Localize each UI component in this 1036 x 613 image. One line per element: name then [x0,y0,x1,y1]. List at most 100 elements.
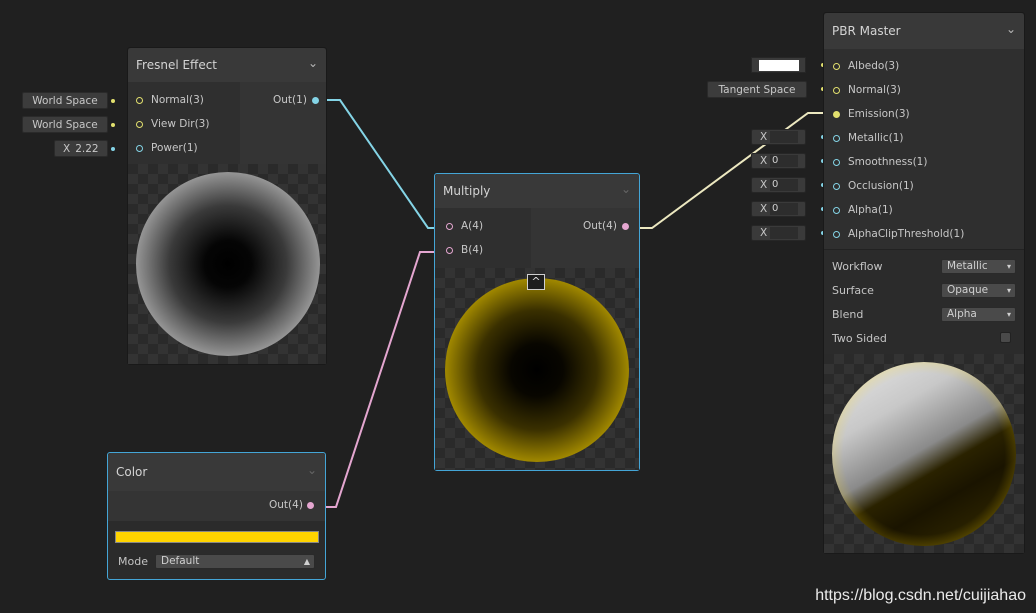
pbr-alphaclip-label: AlphaClipThreshold(1) [848,228,965,240]
alphaclip-default[interactable]: X [751,225,806,241]
fresnel-power-label: Power(1) [151,142,198,154]
multiply-out-port[interactable] [622,223,629,230]
pbr-master-node[interactable]: PBR Master ⌄ Albedo(3) Normal(3) Emissio… [823,12,1025,554]
pbr-occlusion-label: Occlusion(1) [848,180,914,192]
pbr-metallic-port[interactable] [833,135,840,142]
fresnel-out-label: Out(1) [273,94,307,106]
alpha-default[interactable]: X 0 [751,201,806,217]
color-swatch[interactable] [115,531,319,543]
power-default-dot [111,147,115,151]
multiply-preview: ^ [435,268,639,470]
multiply-a-port[interactable] [446,223,453,230]
pbr-preview [824,354,1024,553]
occlusion-x-label: X [760,179,768,191]
dropdown-arrow-icon: ▾ [1006,310,1011,319]
color-out-port[interactable] [307,502,314,509]
chevron-down-icon[interactable]: ⌄ [308,56,318,70]
two-sided-label: Two Sided [832,332,887,345]
pbr-emission-label: Emission(3) [848,108,910,120]
smoothness-default[interactable]: X 0 [751,153,806,169]
color-node-header[interactable]: Color ⌄ [108,453,325,491]
albedo-default-swatch[interactable] [751,57,806,73]
fresnel-normal-port[interactable] [136,97,143,104]
normal-tangent-default[interactable]: Tangent Space [707,81,807,98]
fresnel-normal-label: Normal(3) [151,94,204,106]
pbr-albedo-label: Albedo(3) [848,60,900,72]
surface-dropdown-value: Opaque [947,284,989,296]
smoothness-x-label: X [760,155,768,167]
fresnel-effect-node[interactable]: Fresnel Effect ⌄ Normal(3) View Dir(3) P… [127,47,327,365]
metallic-default[interactable]: X [751,129,806,145]
two-sided-checkbox[interactable] [1000,332,1011,343]
alphaclip-value[interactable] [770,227,798,239]
occlusion-value[interactable]: 0 [770,179,798,191]
blend-dropdown-value: Alpha [947,308,977,320]
mode-dropdown[interactable]: Default ▲ [155,554,315,569]
fresnel-preview-sphere [136,172,320,356]
pbr-albedo-port[interactable] [833,63,840,70]
power-x-label: X [63,142,71,155]
multiply-b-label: B(4) [461,244,484,256]
normal-default-dot [111,99,115,103]
pbr-normal-port[interactable] [833,87,840,94]
pbr-smoothness-port[interactable] [833,159,840,166]
fresnel-viewdir-port[interactable] [136,121,143,128]
dropdown-arrow-icon: ▾ [1006,286,1011,295]
multiply-a-label: A(4) [461,220,484,232]
pbr-occlusion-port[interactable] [833,183,840,190]
viewdir-default-dot [111,123,115,127]
alpha-x-label: X [760,203,768,215]
fresnel-node-header[interactable]: Fresnel Effect ⌄ [128,48,326,82]
multiply-node[interactable]: Multiply ⌄ A(4) B(4) Out(4) ^ [434,173,640,471]
metallic-value[interactable] [770,131,798,143]
dropdown-arrow-icon: ▲ [303,557,310,566]
fresnel-power-port[interactable] [136,145,143,152]
smoothness-value[interactable]: 0 [770,155,798,167]
surface-label: Surface [832,284,874,297]
chevron-up-icon: ^ [531,275,541,288]
workflow-dropdown-value: Metallic [947,260,988,272]
fresnel-viewdir-label: View Dir(3) [151,118,210,130]
watermark-text: https://blog.csdn.net/cuijiahao [815,587,1026,604]
fresnel-preview [128,164,326,364]
surface-dropdown[interactable]: Opaque ▾ [941,283,1016,298]
multiply-preview-sphere [445,278,629,462]
color-node-title: Color [116,465,148,479]
occlusion-default[interactable]: X 0 [751,177,806,193]
mode-dropdown-value: Default [161,555,200,567]
viewdir-space-default[interactable]: World Space [22,116,108,133]
color-out-label: Out(4) [269,499,303,511]
wire-fresnel-to-multiply-a [316,99,450,229]
workflow-dropdown[interactable]: Metallic ▾ [941,259,1016,274]
fresnel-out-port[interactable] [312,97,319,104]
dropdown-arrow-icon: ▾ [1006,262,1011,271]
collapse-preview-button[interactable]: ^ [527,274,545,290]
metallic-x-label: X [760,131,768,143]
pbr-alpha-port[interactable] [833,207,840,214]
pbr-metallic-label: Metallic(1) [848,132,904,144]
chevron-down-icon[interactable]: ⌄ [1006,22,1016,36]
blend-label: Blend [832,308,864,321]
pbr-alpha-label: Alpha(1) [848,204,893,216]
blend-dropdown[interactable]: Alpha ▾ [941,307,1016,322]
chevron-down-icon[interactable]: ⌄ [307,463,317,477]
pbr-node-title: PBR Master [832,24,901,38]
normal-space-default[interactable]: World Space [22,92,108,109]
pbr-preview-sphere [832,362,1016,546]
pbr-normal-label: Normal(3) [848,84,901,96]
pbr-alphaclip-port[interactable] [833,231,840,238]
alphaclip-x-label: X [760,227,768,239]
pbr-node-header[interactable]: PBR Master ⌄ [824,13,1024,49]
pbr-emission-port[interactable] [833,111,840,118]
power-value[interactable]: 2.22 [75,143,98,155]
alpha-value[interactable]: 0 [770,203,798,215]
chevron-down-icon[interactable]: ⌄ [621,182,631,196]
multiply-out-label: Out(4) [583,220,617,232]
pbr-smoothness-label: Smoothness(1) [848,156,928,168]
power-default[interactable]: X 2.22 [54,140,108,157]
multiply-b-port[interactable] [446,247,453,254]
color-node[interactable]: Color ⌄ Out(4) Mode Default ▲ [107,452,326,580]
multiply-node-title: Multiply [443,184,491,198]
multiply-node-header[interactable]: Multiply ⌄ [435,174,639,208]
workflow-label: Workflow [832,260,883,273]
